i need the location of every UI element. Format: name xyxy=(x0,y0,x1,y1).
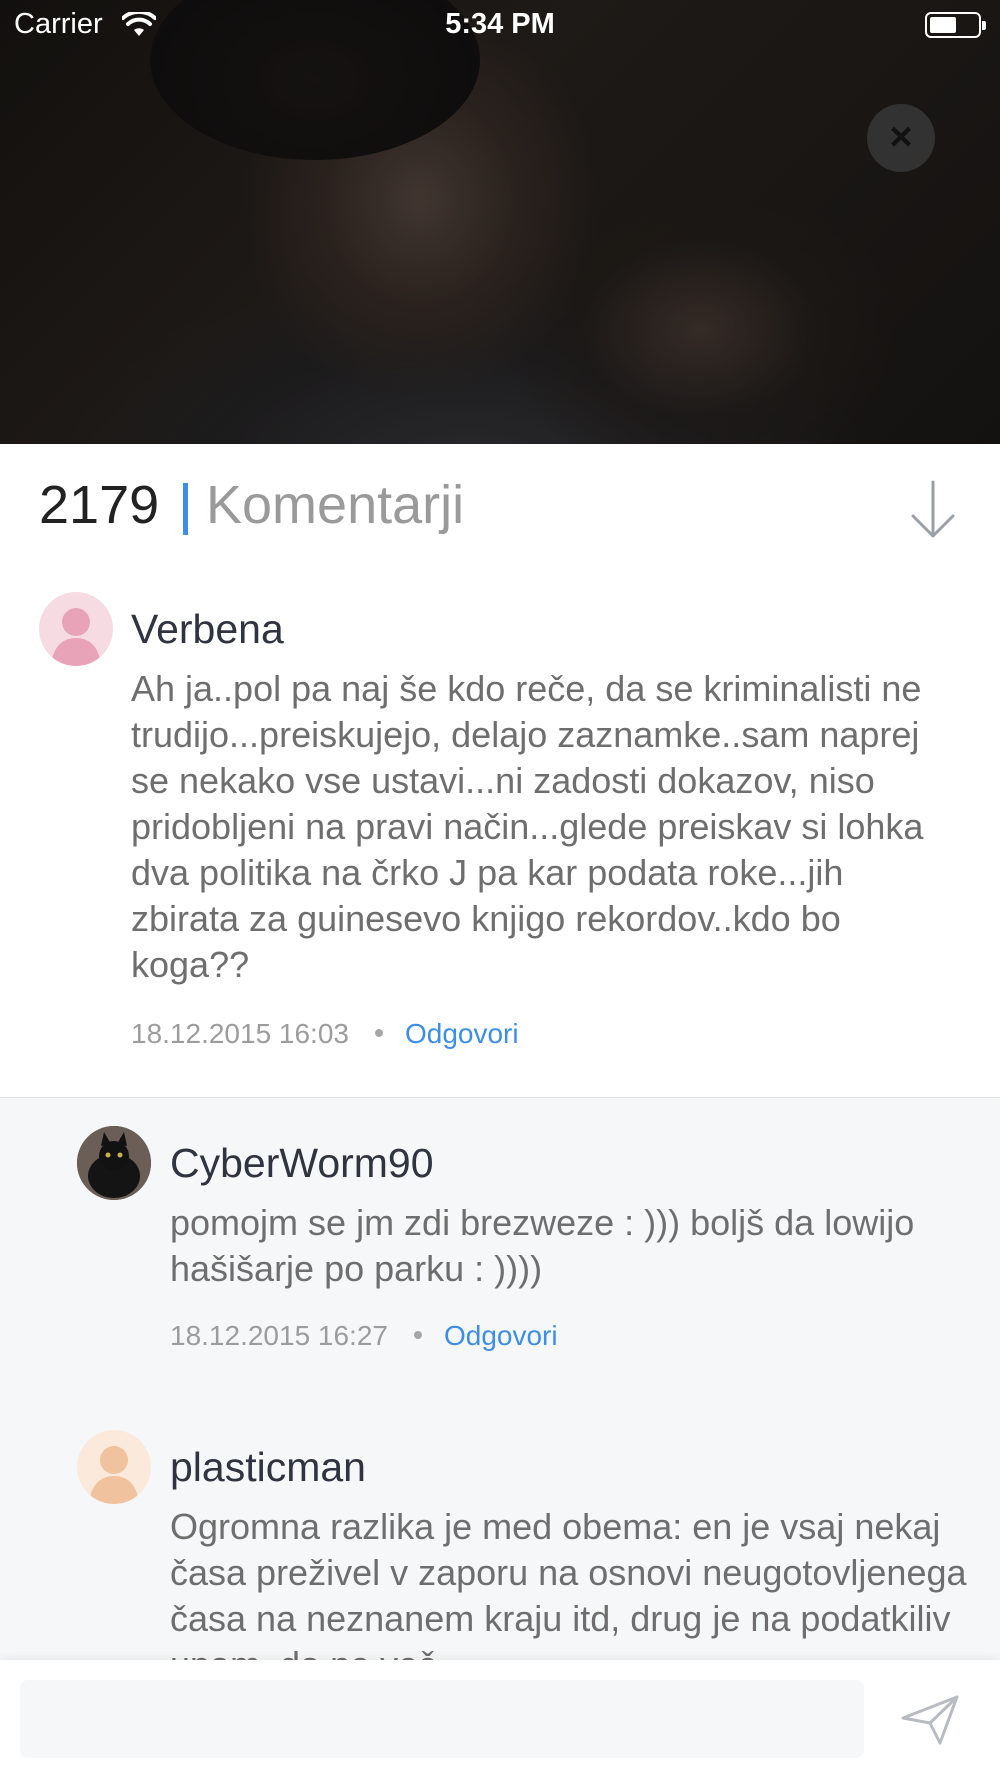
hero-dim-overlay xyxy=(0,0,1000,444)
comments-title: Komentarji xyxy=(206,475,465,535)
female-avatar-icon[interactable] xyxy=(39,592,113,666)
comment-meta: 18.12.2015 16:27 Odgovori xyxy=(170,1320,558,1352)
comment-author[interactable]: CyberWorm90 xyxy=(170,1140,434,1187)
comment-date: 18.12.2015 16:03 xyxy=(131,1018,349,1049)
cat-avatar-icon[interactable] xyxy=(77,1126,151,1200)
comment-item: Verbena Ah ja..pol pa naj še kdo reče, d… xyxy=(0,564,1000,1098)
comment-text: pomojm se jm zdi brezweze : ))) boljš da… xyxy=(170,1202,915,1289)
separator-dot-icon xyxy=(413,1331,422,1340)
comment-text: Ogromna razlika je med obema: en je vsaj… xyxy=(170,1506,967,1660)
close-icon: × xyxy=(889,115,913,159)
comments-count: 2179 xyxy=(39,475,160,535)
comment-author[interactable]: plasticman xyxy=(170,1444,366,1491)
clock: 5:34 PM xyxy=(445,8,555,40)
comment-meta: 18.12.2015 16:03 Odgovori xyxy=(131,1018,519,1050)
male-avatar-icon[interactable] xyxy=(77,1430,151,1504)
reply-link[interactable]: Odgovori xyxy=(405,1018,519,1049)
article-hero-image xyxy=(0,0,1000,444)
comment-text: Ah ja..pol pa naj še kdo reče, da se kri… xyxy=(131,668,924,985)
comment-date: 18.12.2015 16:27 xyxy=(170,1320,388,1351)
title-divider xyxy=(183,483,188,535)
comment-input[interactable] xyxy=(20,1680,864,1758)
send-icon[interactable] xyxy=(900,1694,960,1746)
comment-composer xyxy=(0,1660,1000,1778)
scroll-down-arrow-icon[interactable] xyxy=(905,478,961,540)
replies-section: CyberWorm90 pomojm se jm zdi brezweze : … xyxy=(0,1098,1000,1660)
reply-link[interactable]: Odgovori xyxy=(444,1320,558,1351)
status-bar: Carrier 5:34 PM xyxy=(0,0,1000,50)
reply-item: plasticman Ogromna razlika je med obema:… xyxy=(0,1402,1000,1660)
reply-item: CyberWorm90 pomojm se jm zdi brezweze : … xyxy=(0,1098,1000,1398)
separator-dot-icon xyxy=(374,1029,383,1038)
comments-header: 2179 Komentarji xyxy=(0,444,1000,564)
battery-icon xyxy=(925,12,986,38)
comment-author[interactable]: Verbena xyxy=(131,606,284,653)
close-button[interactable]: × xyxy=(867,104,935,172)
